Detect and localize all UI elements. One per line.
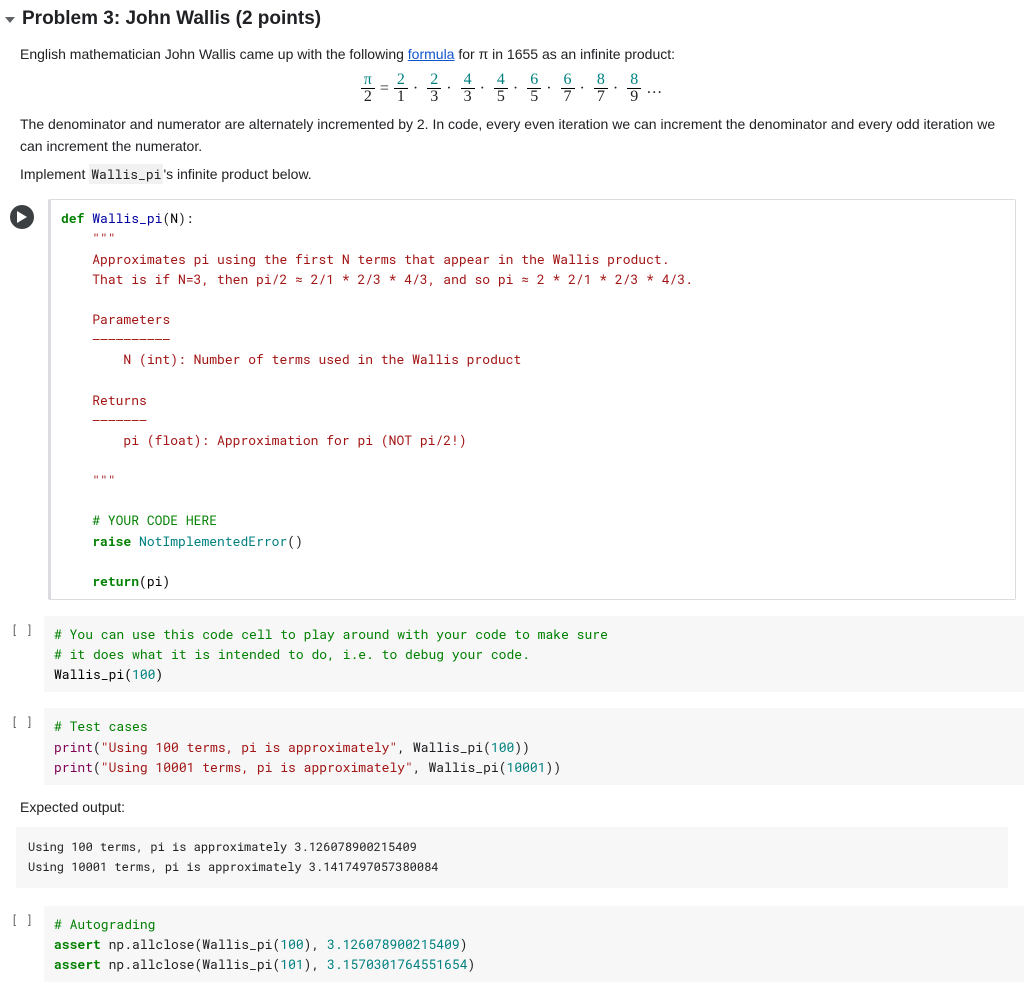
code-editor[interactable]: # Autograding assert np.allclose(Wallis_… [44, 906, 1024, 982]
run-cell-button[interactable] [10, 205, 34, 229]
expected-output-label: Expected output: [0, 789, 1024, 821]
intro-text: for π in 1655 as an infinite product: [454, 46, 675, 62]
formula-link[interactable]: formula [408, 46, 455, 62]
intro-text: English mathematician John Wallis came u… [20, 46, 408, 62]
code-cell-2[interactable]: [ ] # You can use this code cell to play… [0, 616, 1024, 692]
intro-p2: The denominator and numerator are altern… [20, 114, 1004, 157]
expected-output: Using 100 terms, pi is approximately 3.1… [16, 827, 1008, 888]
markdown-cell-intro: English mathematician John Wallis came u… [0, 34, 1024, 195]
intro-p3a: Implement [20, 166, 89, 182]
cell-exec-indicator[interactable]: [ ] [0, 906, 44, 928]
wallis-formula: π2 = 21· 23· 43· 45· 65· 67· 87· 89… [20, 72, 1004, 107]
cell-exec-indicator[interactable]: [ ] [0, 616, 44, 638]
code-editor[interactable]: # Test cases print("Using 100 terms, pi … [44, 708, 1024, 784]
code-cell-3[interactable]: [ ] # Test cases print("Using 100 terms,… [0, 708, 1024, 784]
cell-exec-indicator[interactable]: [ ] [0, 708, 44, 730]
inline-code: Wallis_pi [89, 164, 163, 184]
code-editor[interactable]: # You can use this code cell to play aro… [44, 616, 1024, 692]
code-cell-4[interactable]: [ ] # Autograding assert np.allclose(Wal… [0, 906, 1024, 982]
code-cell-1[interactable]: def Wallis_pi(N): """ Approximates pi us… [0, 199, 1024, 600]
section-title: Problem 3: John Wallis (2 points) [22, 8, 321, 30]
intro-p3b: 's infinite product below. [163, 166, 311, 182]
collapse-section-icon[interactable] [4, 13, 16, 25]
code-editor[interactable]: def Wallis_pi(N): """ Approximates pi us… [51, 200, 1015, 599]
